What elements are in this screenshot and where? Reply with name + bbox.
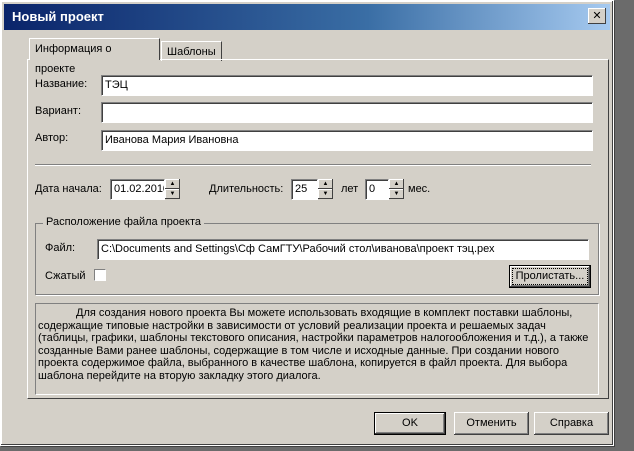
file-location-group-title: Расположение файла проекта — [43, 216, 205, 228]
years-unit-label: лет — [341, 183, 359, 195]
tab-label: Шаблоны — [167, 46, 216, 58]
file-label: Файл: — [45, 242, 76, 254]
start-date-label: Дата начала: — [35, 183, 102, 195]
tab-project-info[interactable]: Информация о проекте — [29, 38, 160, 75]
spin-up-icon[interactable]: ▲ — [318, 179, 333, 189]
start-date-field[interactable]: 01.02.2010 — [110, 179, 165, 200]
name-field[interactable]: ТЭЦ — [101, 75, 593, 96]
author-label: Автор: — [35, 132, 69, 144]
info-text: Для создания нового проекта Вы можете ис… — [35, 303, 599, 395]
duration-years-field[interactable]: 25 — [291, 179, 318, 200]
close-icon[interactable]: ✕ — [588, 8, 606, 24]
file-path-field[interactable]: C:\Documents and Settings\Сф СамГТУ\Рабо… — [97, 239, 589, 260]
spin-up-icon[interactable]: ▲ — [165, 179, 180, 189]
help-button[interactable]: Справка — [534, 412, 609, 435]
months-unit-label: мес. — [408, 183, 431, 195]
new-project-dialog: Новый проект ✕ Информация о проекте Шабл… — [0, 0, 614, 446]
window-title: Новый проект — [12, 9, 104, 24]
author-field[interactable]: Иванова Мария Ивановна — [101, 130, 593, 151]
separator — [35, 164, 591, 166]
tab-templates[interactable]: Шаблоны — [161, 41, 222, 61]
variant-label: Вариант: — [35, 105, 82, 117]
spin-down-icon[interactable]: ▼ — [318, 189, 333, 199]
duration-months-field[interactable]: 0 — [365, 179, 389, 200]
spin-up-icon[interactable]: ▲ — [389, 179, 404, 189]
ok-button[interactable]: OK — [374, 412, 446, 435]
start-date-spinner[interactable]: ▲ ▼ — [165, 179, 180, 200]
duration-label: Длительность: — [209, 183, 284, 195]
compressed-checkbox[interactable] — [94, 269, 106, 281]
name-label: Название: — [35, 78, 88, 90]
duration-years-spinner[interactable]: ▲ ▼ — [318, 179, 333, 200]
browse-button[interactable]: Пролистать... — [509, 265, 591, 288]
variant-field[interactable] — [101, 102, 593, 123]
spin-down-icon[interactable]: ▼ — [389, 189, 404, 199]
compressed-label: Сжатый — [45, 270, 86, 282]
duration-months-spinner[interactable]: ▲ ▼ — [389, 179, 404, 200]
title-bar[interactable]: Новый проект ✕ — [4, 4, 610, 30]
spin-down-icon[interactable]: ▼ — [165, 189, 180, 199]
cancel-button[interactable]: Отменить — [454, 412, 529, 435]
